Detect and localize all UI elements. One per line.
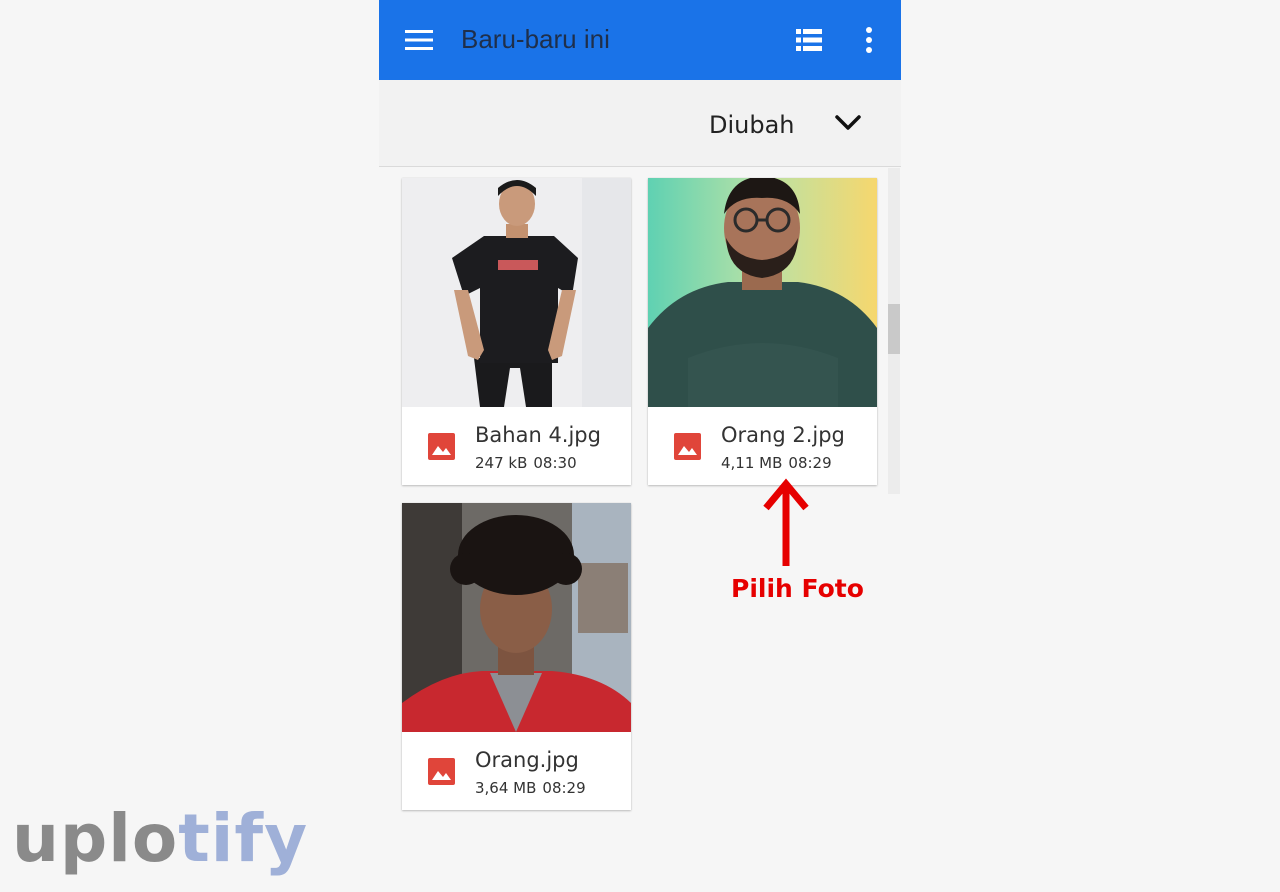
file-meta: 247 kB 08:30 (475, 454, 577, 472)
app-bar: Baru-baru ini (379, 0, 901, 80)
scrollbar[interactable] (888, 168, 900, 494)
logo-part-2: tify (178, 800, 309, 877)
file-card-bahan-4[interactable]: Bahan 4.jpg 247 kB 08:30 (402, 178, 631, 485)
phone-screen: Baru-baru ini Diubah Bahan 4.jpg 247 kB … (379, 0, 901, 892)
file-meta: 4,11 MB 08:29 (721, 454, 832, 472)
logo-part-1: uplo (12, 800, 179, 877)
annotation-label: Pilih Foto (731, 574, 864, 603)
file-size: 247 kB (475, 454, 528, 472)
file-size: 4,11 MB (721, 454, 783, 472)
file-size: 3,64 MB (475, 779, 537, 797)
image-file-icon (674, 433, 701, 460)
image-file-icon (428, 433, 455, 460)
sort-bar: Diubah (379, 80, 901, 167)
image-file-icon (428, 758, 455, 785)
arrow-up-icon (760, 476, 812, 568)
file-name: Bahan 4.jpg (475, 423, 601, 447)
page-title: Baru-baru ini (461, 24, 610, 54)
chevron-down-icon[interactable] (833, 110, 863, 136)
file-card-orang-2[interactable]: Orang 2.jpg 4,11 MB 08:29 (648, 178, 877, 485)
photo-thumbnail (648, 178, 877, 407)
file-time: 08:29 (788, 454, 832, 472)
sort-label[interactable]: Diubah (709, 111, 795, 139)
watermark-logo: uplotify (12, 806, 308, 872)
scrollbar-thumb[interactable] (888, 304, 900, 354)
photo-thumbnail (402, 503, 631, 732)
file-meta: 3,64 MB 08:29 (475, 779, 586, 797)
file-card-orang[interactable]: Orang.jpg 3,64 MB 08:29 (402, 503, 631, 810)
file-name: Orang 2.jpg (721, 423, 845, 447)
file-name: Orang.jpg (475, 748, 579, 772)
list-view-icon[interactable] (795, 26, 823, 54)
file-time: 08:30 (533, 454, 577, 472)
photo-thumbnail (402, 178, 631, 407)
file-time: 08:29 (542, 779, 586, 797)
more-vert-icon[interactable] (857, 26, 881, 54)
hamburger-menu-icon[interactable] (405, 28, 433, 52)
